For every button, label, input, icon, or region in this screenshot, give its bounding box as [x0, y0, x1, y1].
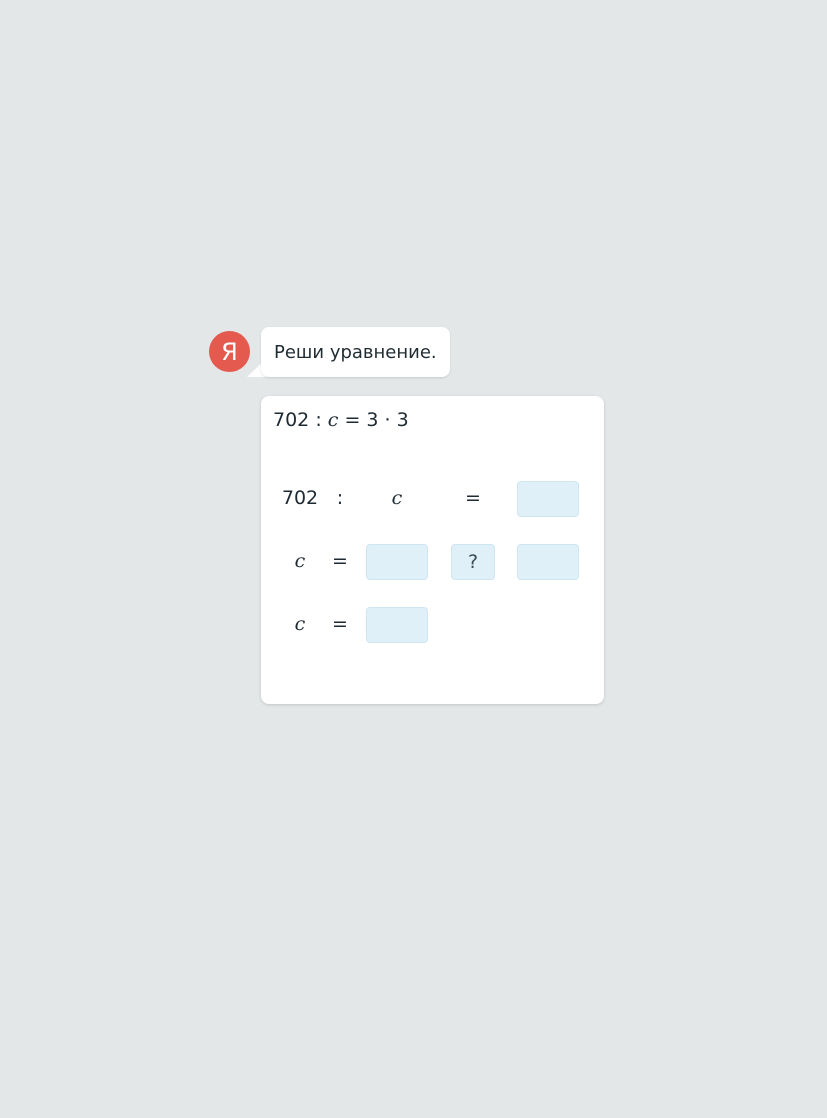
- equation-divide: :: [315, 409, 322, 431]
- yandex-logo-icon: Я: [209, 331, 250, 372]
- equation-rhs: = 3 · 3: [344, 409, 409, 431]
- instruction-bubble: Реши уравнение.: [261, 327, 450, 377]
- row1-equals: =: [465, 487, 481, 509]
- row2-equals: =: [332, 550, 348, 572]
- row1-variable: c: [391, 487, 403, 509]
- row1-number: 702: [281, 487, 319, 509]
- row3-variable: c: [294, 613, 306, 635]
- equation-statement: 702 : c = 3 · 3: [273, 409, 409, 431]
- row1-divide: :: [336, 487, 344, 509]
- row2-variable: c: [294, 550, 306, 572]
- row1-answer-input[interactable]: [517, 481, 579, 517]
- row3-result-input[interactable]: [366, 607, 428, 643]
- row2-operator-select[interactable]: ?: [451, 544, 495, 580]
- row2-first-input[interactable]: [366, 544, 428, 580]
- equation-number: 702: [273, 409, 310, 431]
- avatar-letter: Я: [221, 337, 238, 366]
- equation-variable: c: [327, 409, 339, 431]
- row2-second-input[interactable]: [517, 544, 579, 580]
- task-card: 702 : c = 3 · 3 702 : c = c = ? c =: [261, 396, 604, 704]
- row3-equals: =: [332, 613, 348, 635]
- instruction-text: Реши уравнение.: [274, 341, 437, 363]
